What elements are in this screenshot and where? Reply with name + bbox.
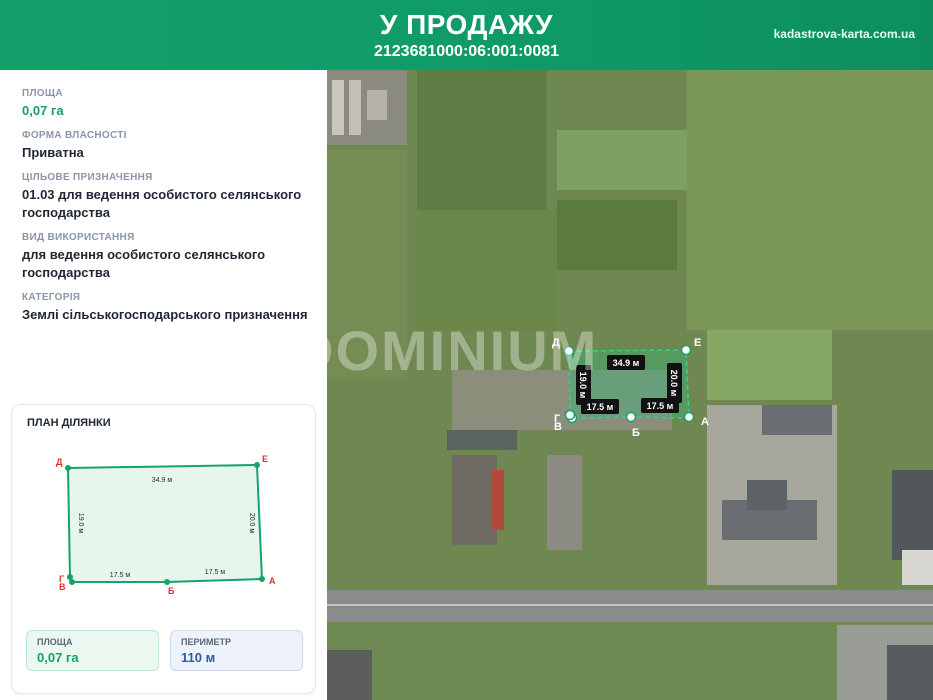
category-value: Землі сільськогосподарського призначення	[22, 307, 308, 322]
area-stat-label: ПЛОЩА	[37, 637, 73, 647]
area-label: ПЛОЩА	[22, 88, 63, 99]
perimeter-stat: ПЕРИМЕТР 110 м	[170, 630, 303, 671]
plot-plan-diagram: Д Е А Б В Г 34.9 м 19.0 м 20.0 м 17.5 м …	[56, 454, 276, 596]
area-stat: ПЛОЩА 0,07 га	[26, 630, 159, 671]
edge-label-top: 34.9 м	[152, 477, 173, 484]
usage-field: ВИД ВИКОРИСТАННЯ для ведення особистого …	[22, 232, 322, 282]
edge-label-bottom-left: 17.5 м	[110, 572, 131, 579]
map-edge-label-bottom-right: 17.5 м	[647, 401, 674, 411]
map-vertex-label-a: А	[701, 416, 709, 428]
edge-label-bottom-right: 17.5 м	[205, 569, 226, 576]
category-field: КАТЕГОРІЯ Землі сільськогосподарського п…	[22, 292, 322, 324]
map-vertex-e[interactable]	[680, 344, 692, 356]
purpose-label: ЦІЛЬОВЕ ПРИЗНАЧЕННЯ	[22, 172, 153, 183]
vertex-a-dot	[259, 576, 265, 582]
satellite-map[interactable]: 34.9 м 19.0 м 20.0 м 17.5 м 17.5 м Д Е А…	[327, 70, 933, 700]
vertex-label-e: Е	[262, 454, 268, 464]
satellite-imagery: 34.9 м 19.0 м 20.0 м 17.5 м 17.5 м Д Е А…	[327, 70, 933, 700]
map-edge-label-top: 34.9 м	[613, 358, 640, 368]
usage-label: ВИД ВИКОРИСТАННЯ	[22, 232, 135, 243]
edge-label-right: 20.0 м	[248, 513, 255, 534]
info-panel: ПЛОЩА 0,07 га ФОРМА ВЛАСНОСТІ Приватна Ц…	[0, 70, 327, 700]
map-vertex-label-b: Б	[632, 427, 640, 439]
area-value: 0,07 га	[22, 103, 64, 118]
header: У ПРОДАЖУ 2123681000:06:001:0081 kadastr…	[0, 0, 933, 70]
perimeter-stat-label: ПЕРИМЕТР	[181, 637, 231, 647]
perimeter-stat-value: 110 м	[181, 650, 216, 665]
ownership-field: ФОРМА ВЛАСНОСТІ Приватна	[22, 130, 322, 162]
map-vertex-b[interactable]	[625, 411, 637, 423]
vertex-d-dot	[65, 465, 71, 471]
vertex-label-a: А	[269, 576, 276, 586]
vertex-label-b: Б	[168, 586, 175, 596]
ownership-label: ФОРМА ВЛАСНОСТІ	[22, 130, 127, 141]
ownership-value: Приватна	[22, 145, 84, 160]
area-stat-value: 0,07 га	[37, 650, 79, 665]
category-label: КАТЕГОРІЯ	[22, 292, 81, 303]
area-field: ПЛОЩА 0,07 га	[22, 88, 322, 120]
purpose-value: 01.03 для ведення особистого селянського…	[22, 187, 302, 220]
vertex-b-dot	[164, 579, 170, 585]
dominium-watermark: DOMINIUM	[293, 319, 599, 382]
vertex-g-dot	[67, 574, 73, 580]
map-vertex-g[interactable]	[564, 409, 576, 421]
map-edge-label-bottom-left: 17.5 м	[587, 402, 614, 412]
edge-label-left: 19.0 м	[77, 513, 84, 534]
vertex-label-g: Г	[59, 574, 64, 584]
map-vertex-a[interactable]	[683, 411, 695, 423]
map-vertex-label-g: Г	[554, 413, 561, 425]
purpose-field: ЦІЛЬОВЕ ПРИЗНАЧЕННЯ 01.03 для ведення ос…	[22, 172, 322, 222]
map-edge-label-right: 20.0 м	[669, 370, 679, 397]
parcel-info: ПЛОЩА 0,07 га ФОРМА ВЛАСНОСТІ Приватна Ц…	[22, 88, 322, 334]
usage-value: для ведення особистого селянського госпо…	[22, 247, 266, 280]
vertex-e-dot	[254, 462, 260, 468]
plot-plan-card: ПЛАН ДІЛЯНКИ Д Е А Б В Г 34.9 м 19.0 м 2…	[11, 404, 316, 694]
map-vertex-label-e: Е	[694, 337, 701, 349]
vertex-label-d: Д	[56, 457, 63, 467]
cadastral-number: 2123681000:06:001:0081	[373, 43, 560, 60]
site-link[interactable]: kadastrova-karta.com.ua	[774, 27, 915, 41]
